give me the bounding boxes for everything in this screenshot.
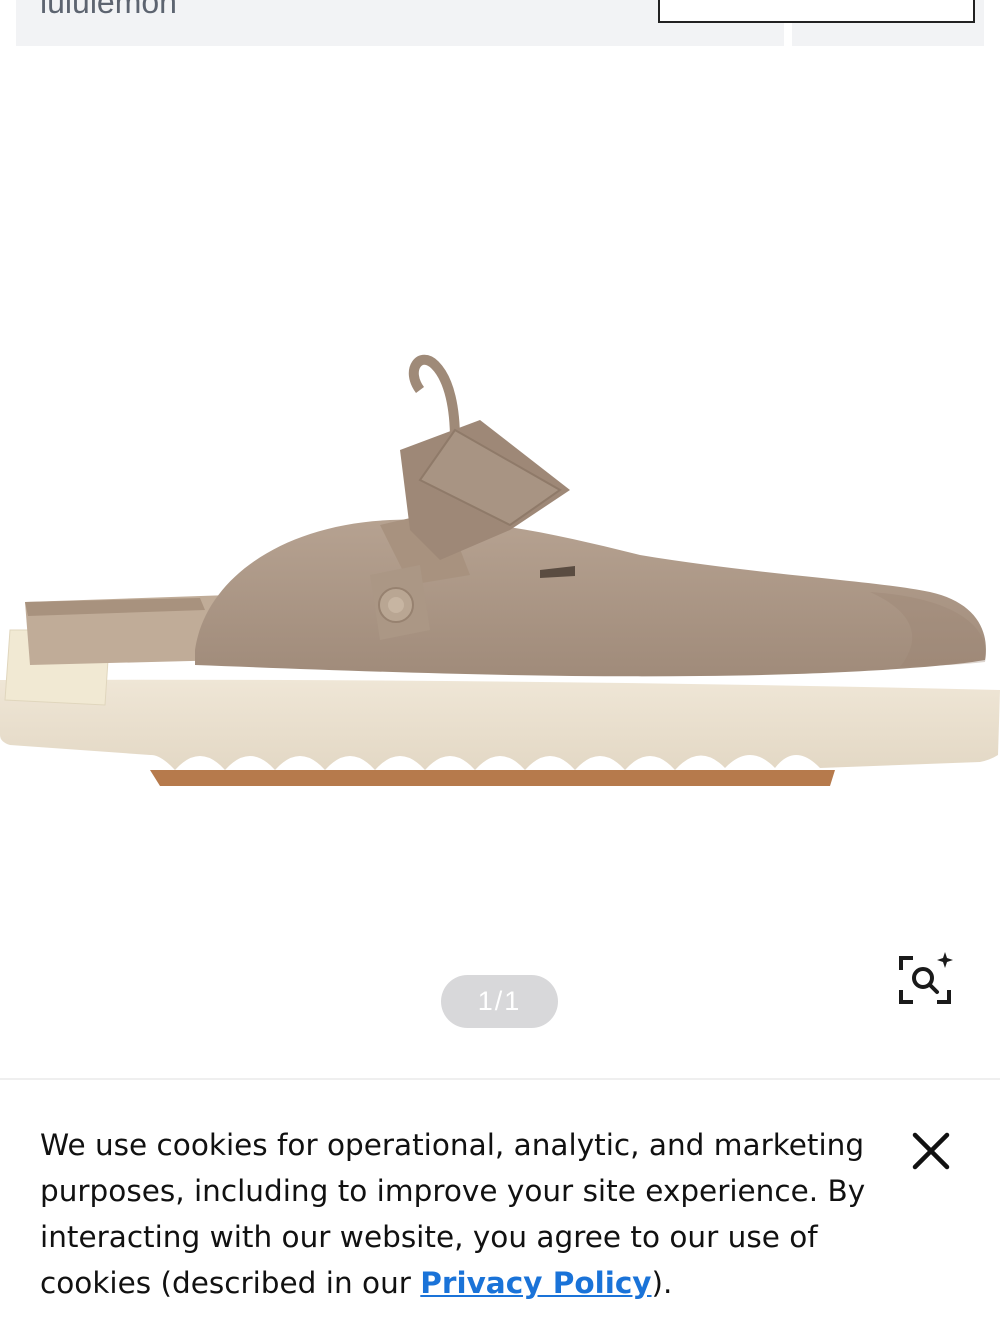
product-image[interactable] <box>0 330 1000 850</box>
cookie-message: We use cookies for operational, analytic… <box>40 1122 880 1306</box>
cookie-banner: We use cookies for operational, analytic… <box>0 1080 1000 1333</box>
privacy-policy-link[interactable]: Privacy Policy <box>420 1266 651 1300</box>
image-counter: 1/1 <box>441 975 558 1028</box>
cookie-message-end: ). <box>651 1266 673 1300</box>
product-gallery: 1/1 <box>0 46 1000 1078</box>
header-action-button[interactable] <box>658 0 975 23</box>
search-query-text: lululemon <box>40 0 177 20</box>
close-icon <box>912 1132 950 1170</box>
zoom-button[interactable] <box>893 950 957 1010</box>
zoom-search-sparkle-icon <box>899 952 953 1004</box>
close-button[interactable] <box>908 1128 954 1174</box>
top-strip: lululemon <box>0 0 1000 46</box>
